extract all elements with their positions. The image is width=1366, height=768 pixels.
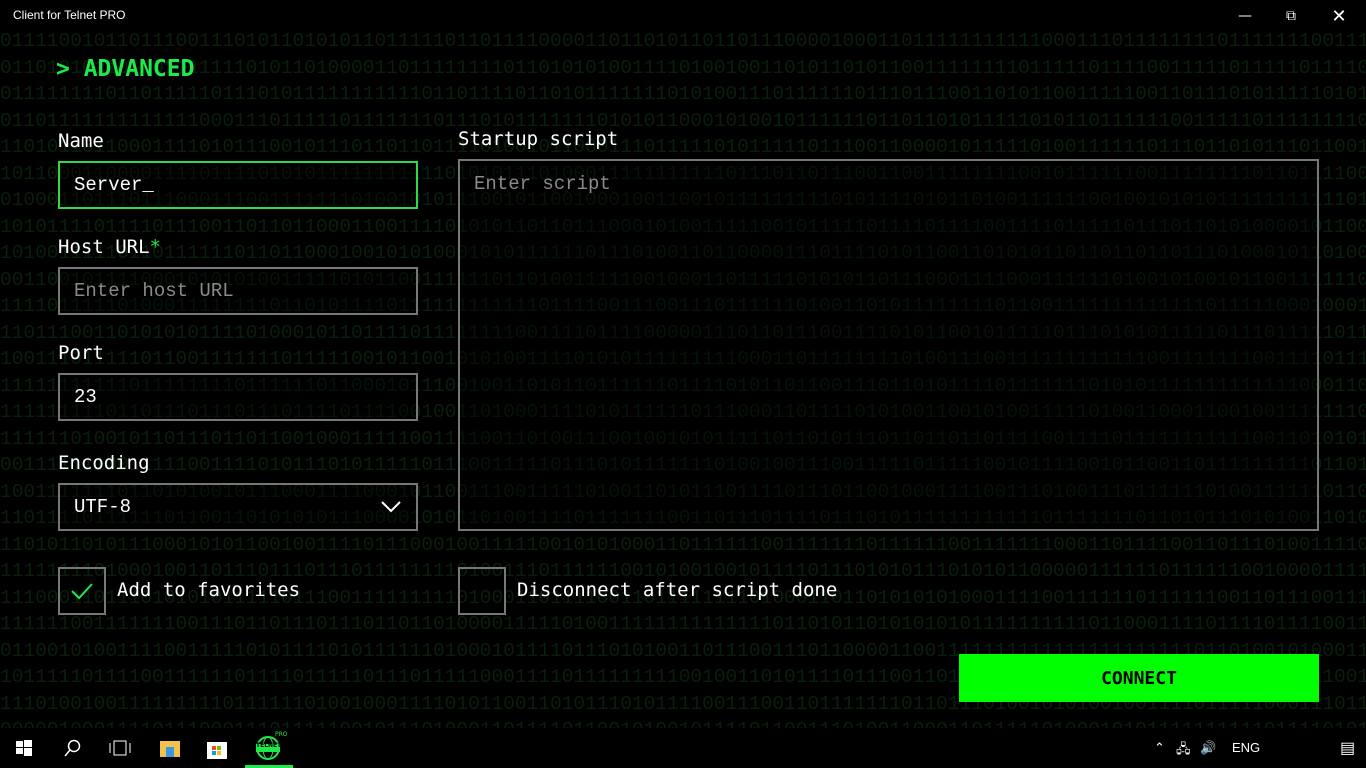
pro-badge: PRO <box>275 731 288 738</box>
minimize-button[interactable]: — <box>1222 0 1268 32</box>
connect-button[interactable]: CONNECT <box>959 654 1319 702</box>
search-button[interactable] <box>48 728 96 768</box>
telnet-app-button[interactable]: TELNET PRO <box>245 728 293 768</box>
host-label: Host URL* <box>58 236 161 258</box>
port-label: Port <box>58 342 104 364</box>
favorites-label: Add to favorites <box>117 579 301 601</box>
script-placeholder: Enter script <box>474 173 611 195</box>
app-label: TELNET <box>256 742 282 749</box>
encoding-label: Encoding <box>58 452 150 474</box>
chevron-down-icon <box>381 501 401 513</box>
host-url-input[interactable]: Enter host URL <box>58 267 418 315</box>
port-value: 23 <box>74 386 97 408</box>
chevron-up-icon[interactable]: ⌃ <box>1154 740 1165 756</box>
store-button[interactable] <box>193 728 241 768</box>
encoding-value: UTF-8 <box>74 496 132 518</box>
script-label: Startup script <box>458 128 619 150</box>
task-view-button[interactable] <box>96 728 144 768</box>
name-value: Server_ <box>74 174 154 196</box>
host-placeholder: Enter host URL <box>74 280 234 302</box>
port-input[interactable]: 23 <box>58 373 418 421</box>
task-view-icon <box>109 740 131 756</box>
window-title: Client for Telnet PRO <box>13 8 126 22</box>
disconnect-label: Disconnect after script done <box>517 579 838 601</box>
folder-icon <box>160 741 180 757</box>
startup-script-textarea[interactable]: Enter script <box>458 159 1319 531</box>
close-button[interactable]: ✕ <box>1316 0 1362 32</box>
network-icon[interactable]: 🖧 <box>1176 740 1191 762</box>
search-icon <box>64 739 81 757</box>
required-mark: * <box>149 236 161 258</box>
name-label: Name <box>58 130 104 152</box>
notifications-icon[interactable]: ▤ <box>1340 738 1355 758</box>
page-title: > ADVANCED <box>56 56 195 82</box>
favorites-checkbox[interactable] <box>58 567 106 615</box>
store-icon <box>207 742 227 759</box>
file-explorer-button[interactable] <box>146 728 194 768</box>
name-input[interactable]: Server_ <box>58 161 418 209</box>
language-indicator[interactable]: ENG <box>1232 740 1260 755</box>
windows-icon <box>16 740 32 756</box>
volume-icon[interactable]: 🔊 <box>1200 740 1216 756</box>
host-label-text: Host URL <box>58 236 150 258</box>
encoding-select[interactable]: UTF-8 <box>58 483 418 531</box>
checkmark-icon <box>71 583 93 600</box>
taskbar: TELNET PRO ⌃ 🖧 🔊 ENG ▤ <box>0 728 1366 768</box>
disconnect-checkbox[interactable] <box>458 567 506 615</box>
start-button[interactable] <box>0 728 48 768</box>
restore-button[interactable]: ⧉ <box>1268 0 1314 32</box>
title-bar: Client for Telnet PRO — ⧉ ✕ <box>0 0 1366 32</box>
